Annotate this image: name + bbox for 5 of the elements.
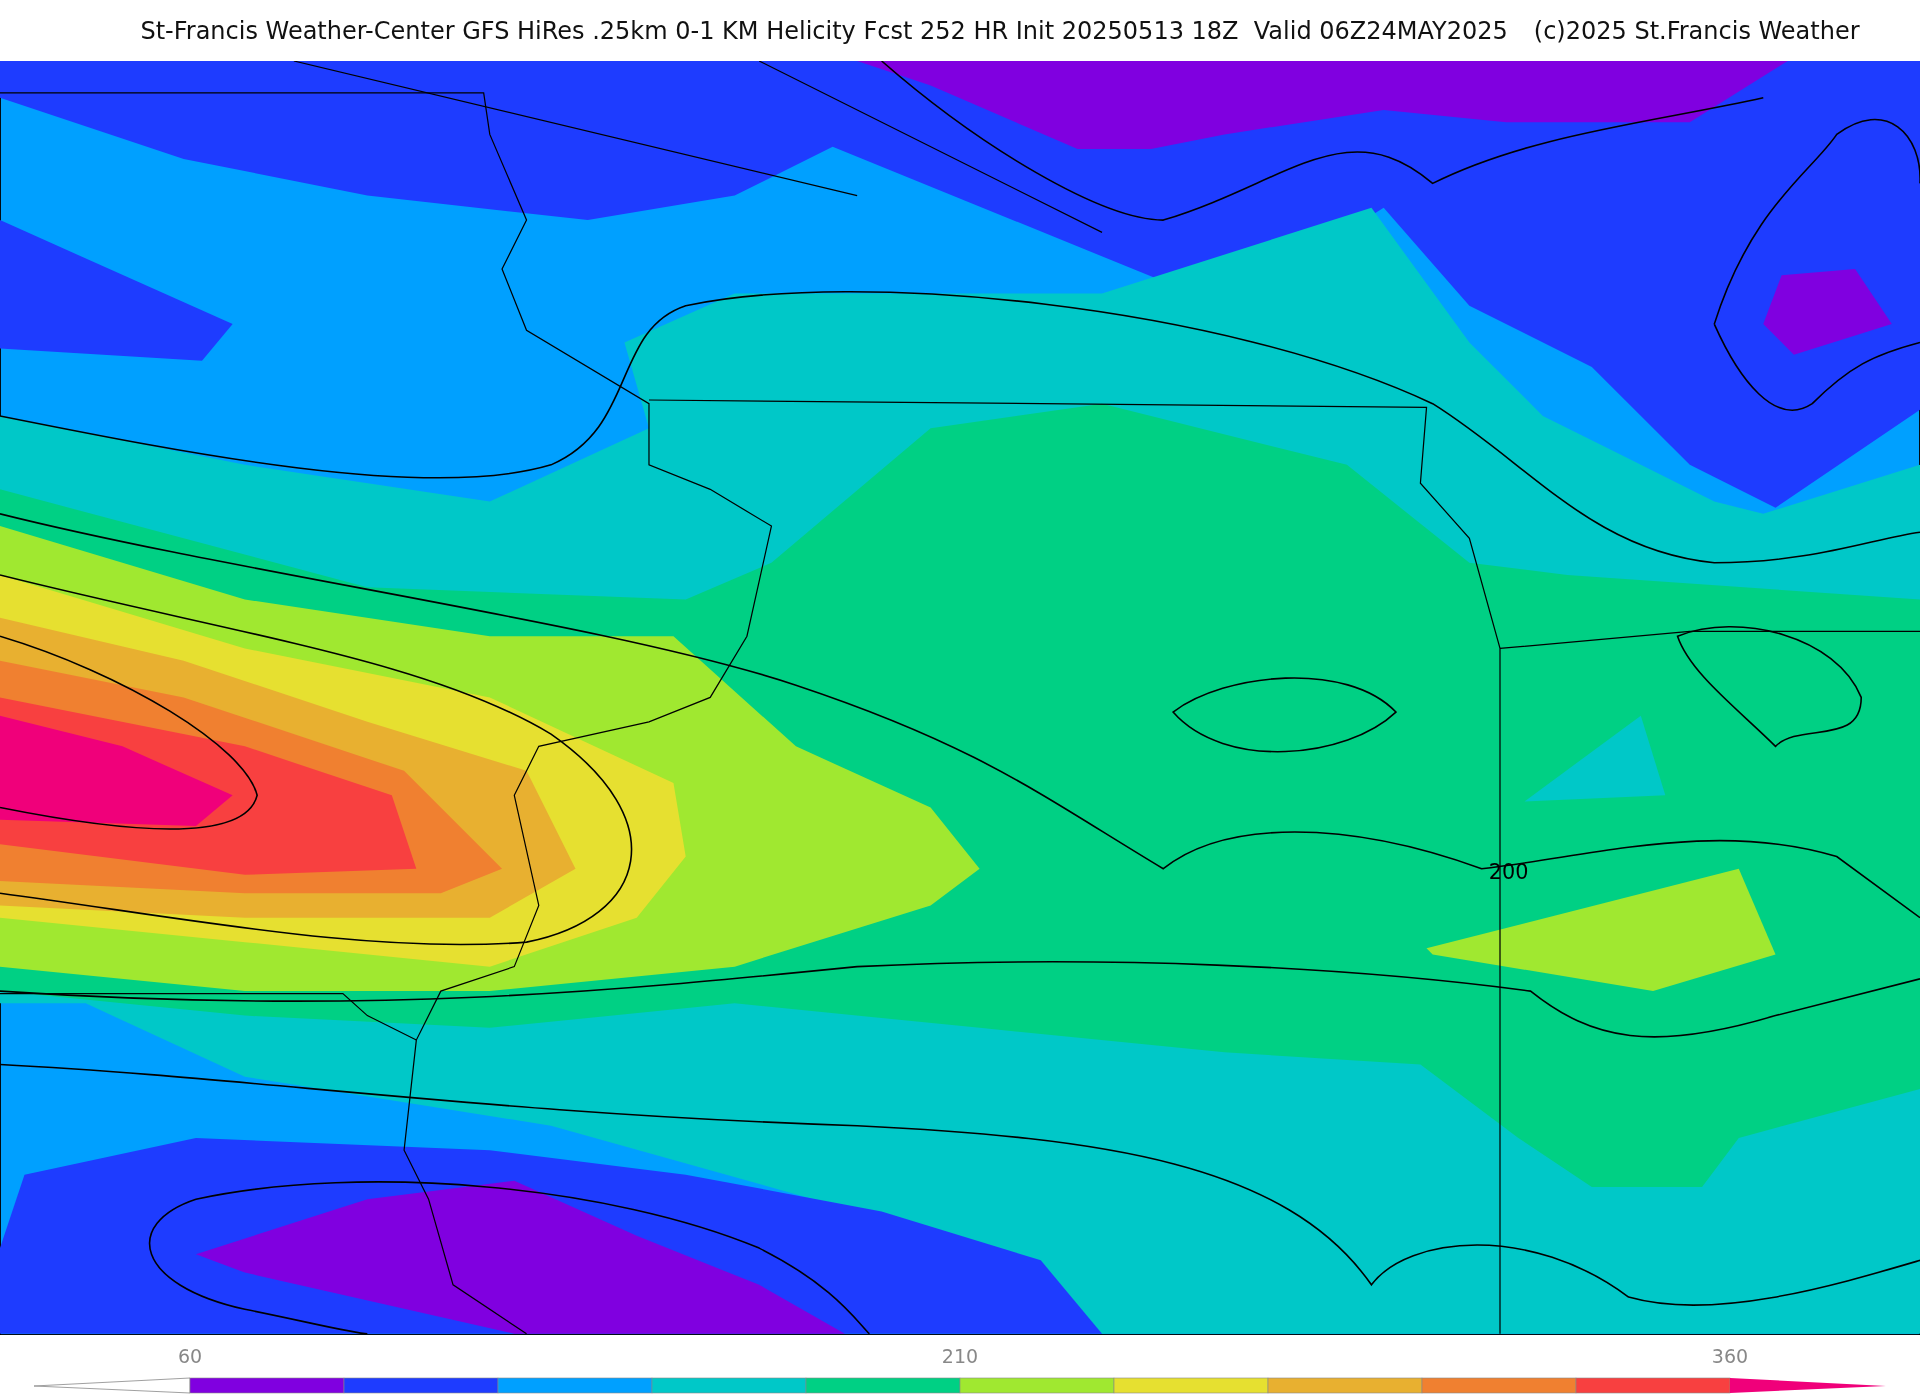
map-title: St-Francis Weather-Center GFS HiRes .25km 0-1 KM Helicity Fcst 252 HR Init 20250513 18Z Valid 06Z24MAY2025 (140, 16, 1508, 45)
scale-tick-label: 360 (1711, 1345, 1749, 1367)
scale-tick-label: 210 (941, 1345, 979, 1367)
copyright-text: (c)2025 St.Francis Weather (1533, 16, 1860, 45)
scale-tick-label: 60 (177, 1345, 203, 1367)
